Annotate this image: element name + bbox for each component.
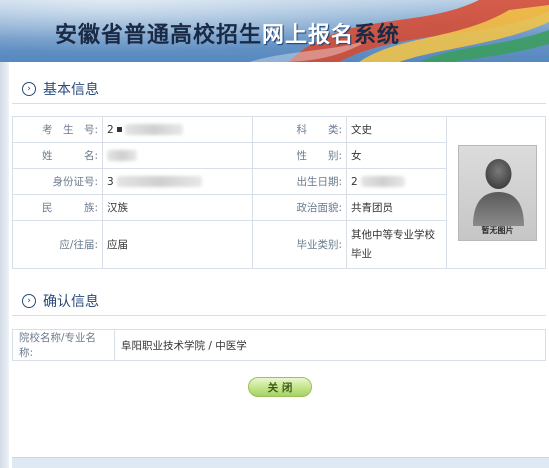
circle-chevron-icon: › [22,82,36,96]
basic-info-header: › 基本信息 [22,79,99,99]
site-header-banner: 安徽省普通高校招生网上报名系统 [0,0,549,62]
political-status-label: 政治面貌: [252,194,347,221]
title-prefix: 安徽省普通高校招生 [55,23,263,48]
redacted-blur [361,176,406,187]
basic-info-title: 基本信息 [43,82,99,98]
circle-chevron-icon: › [22,294,36,308]
subject-label: 科 类: [252,116,347,143]
redacted-blur [124,124,183,135]
section-divider [12,103,546,104]
id-number-text: 3 [107,175,114,188]
exam-number-value: 2 [102,116,253,143]
political-status-value: 共青团员 [346,194,447,221]
graduate-type-label: 应/往届: [12,220,103,269]
id-number-value: 3 [102,168,253,195]
redacted-blur [107,150,137,161]
table-row: 身份证号: 3 出生日期: 2 [12,168,447,195]
birth-date-text: 2 [351,175,358,188]
table-row: 姓 名: 性 别: 女 [12,142,447,169]
school-major-label: 院校名称/专业名称: [12,329,115,361]
ethnicity-label: 民 族: [12,194,103,221]
graduate-type-value: 应届 [102,220,253,269]
page-footer [12,457,549,468]
table-row: 考 生 号: 2 科 类: 文史 [12,116,447,143]
system-title: 安徽省普通高校招生网上报名系统 [55,17,400,49]
name-value [102,142,253,169]
school-major-value: 阜阳职业技术学院 / 中医学 [114,329,546,361]
title-suffix: 系统 [354,23,401,48]
subject-value: 文史 [346,116,447,143]
section-divider [12,315,546,316]
confirm-info-table: 院校名称/专业名称: 阜阳职业技术学院 / 中医学 [12,329,546,361]
table-row: 民 族: 汉族 政治面貌: 共青团员 [12,194,447,221]
page-left-edge [0,0,9,468]
basic-info-table: 考 生 号: 2 科 类: 文史 姓 名: 性 别: 女 身份证号: 3 出生日… [12,116,447,269]
close-button[interactable]: 关 闭 [248,377,312,397]
confirm-info-header: › 确认信息 [22,291,99,311]
birth-date-label: 出生日期: [252,168,347,195]
graduation-category-label: 毕业类别: [252,220,347,269]
ethnicity-value: 汉族 [102,194,253,221]
gender-label: 性 别: [252,142,347,169]
name-label: 姓 名: [12,142,103,169]
birth-date-value: 2 [346,168,447,195]
table-row: 院校名称/专业名称: 阜阳职业技术学院 / 中医学 [12,329,546,361]
redaction-mark [116,127,122,132]
redacted-blur [117,176,203,187]
photo-caption: 暂无图片 [481,226,514,235]
table-row: 应/往届: 应届 毕业类别: 其他中等专业学校毕业 [12,220,447,269]
confirm-info-title: 确认信息 [43,294,99,310]
id-number-label: 身份证号: [12,168,103,195]
photo-cell: 暂无图片 [447,116,546,269]
exam-number-label: 考 生 号: [12,116,103,143]
title-highlight: 网上报名 [262,23,355,48]
gender-value: 女 [346,142,447,169]
graduation-category-value: 其他中等专业学校毕业 [346,220,447,269]
student-photo-placeholder: 暂无图片 [458,145,537,241]
exam-number-text: 2 [107,123,114,136]
